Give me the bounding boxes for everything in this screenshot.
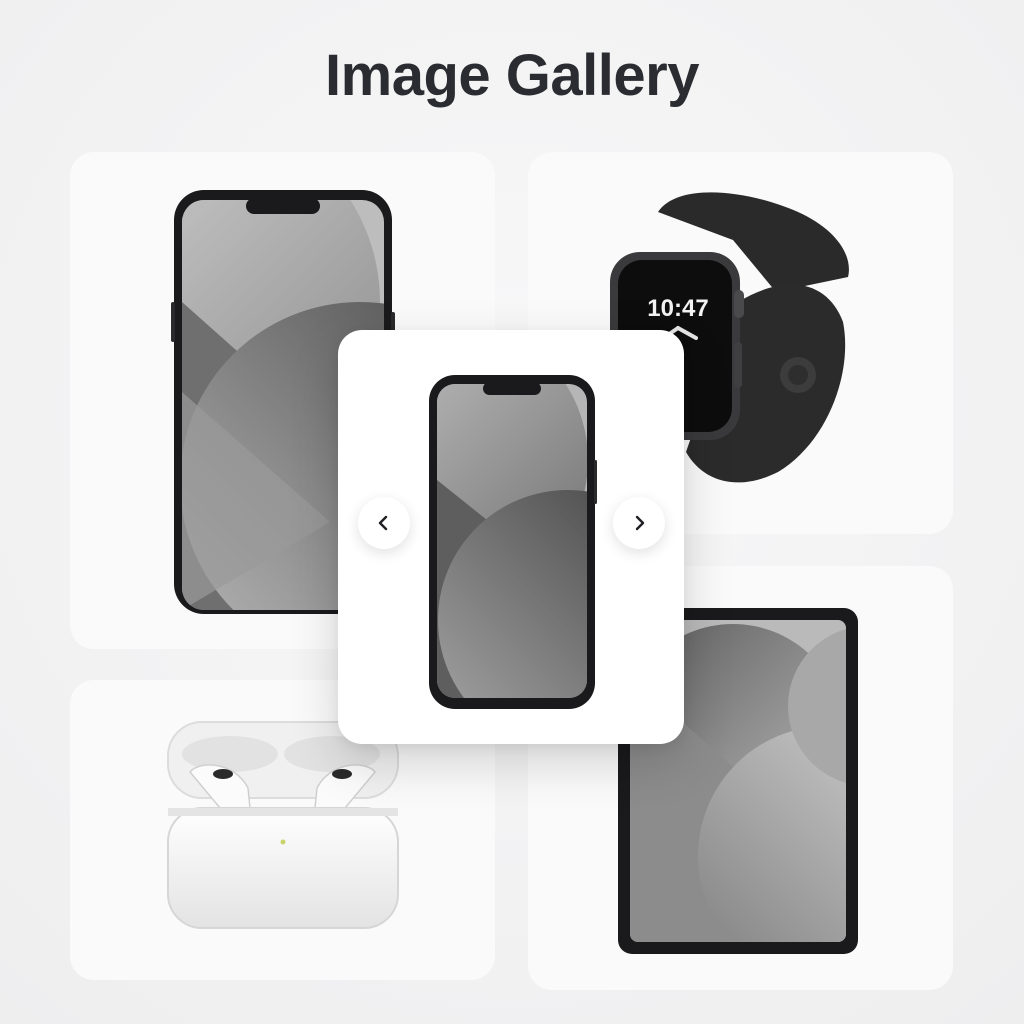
chevron-left-icon [378,515,388,531]
chevron-right-icon [635,515,645,531]
page-title: Image Gallery [325,43,699,108]
watch-time-label: 10:47 [647,295,708,322]
gallery-page: Image Gallery 10:47 [0,0,1024,1024]
previous-image-button[interactable] [358,497,410,549]
next-image-button[interactable] [613,497,665,549]
